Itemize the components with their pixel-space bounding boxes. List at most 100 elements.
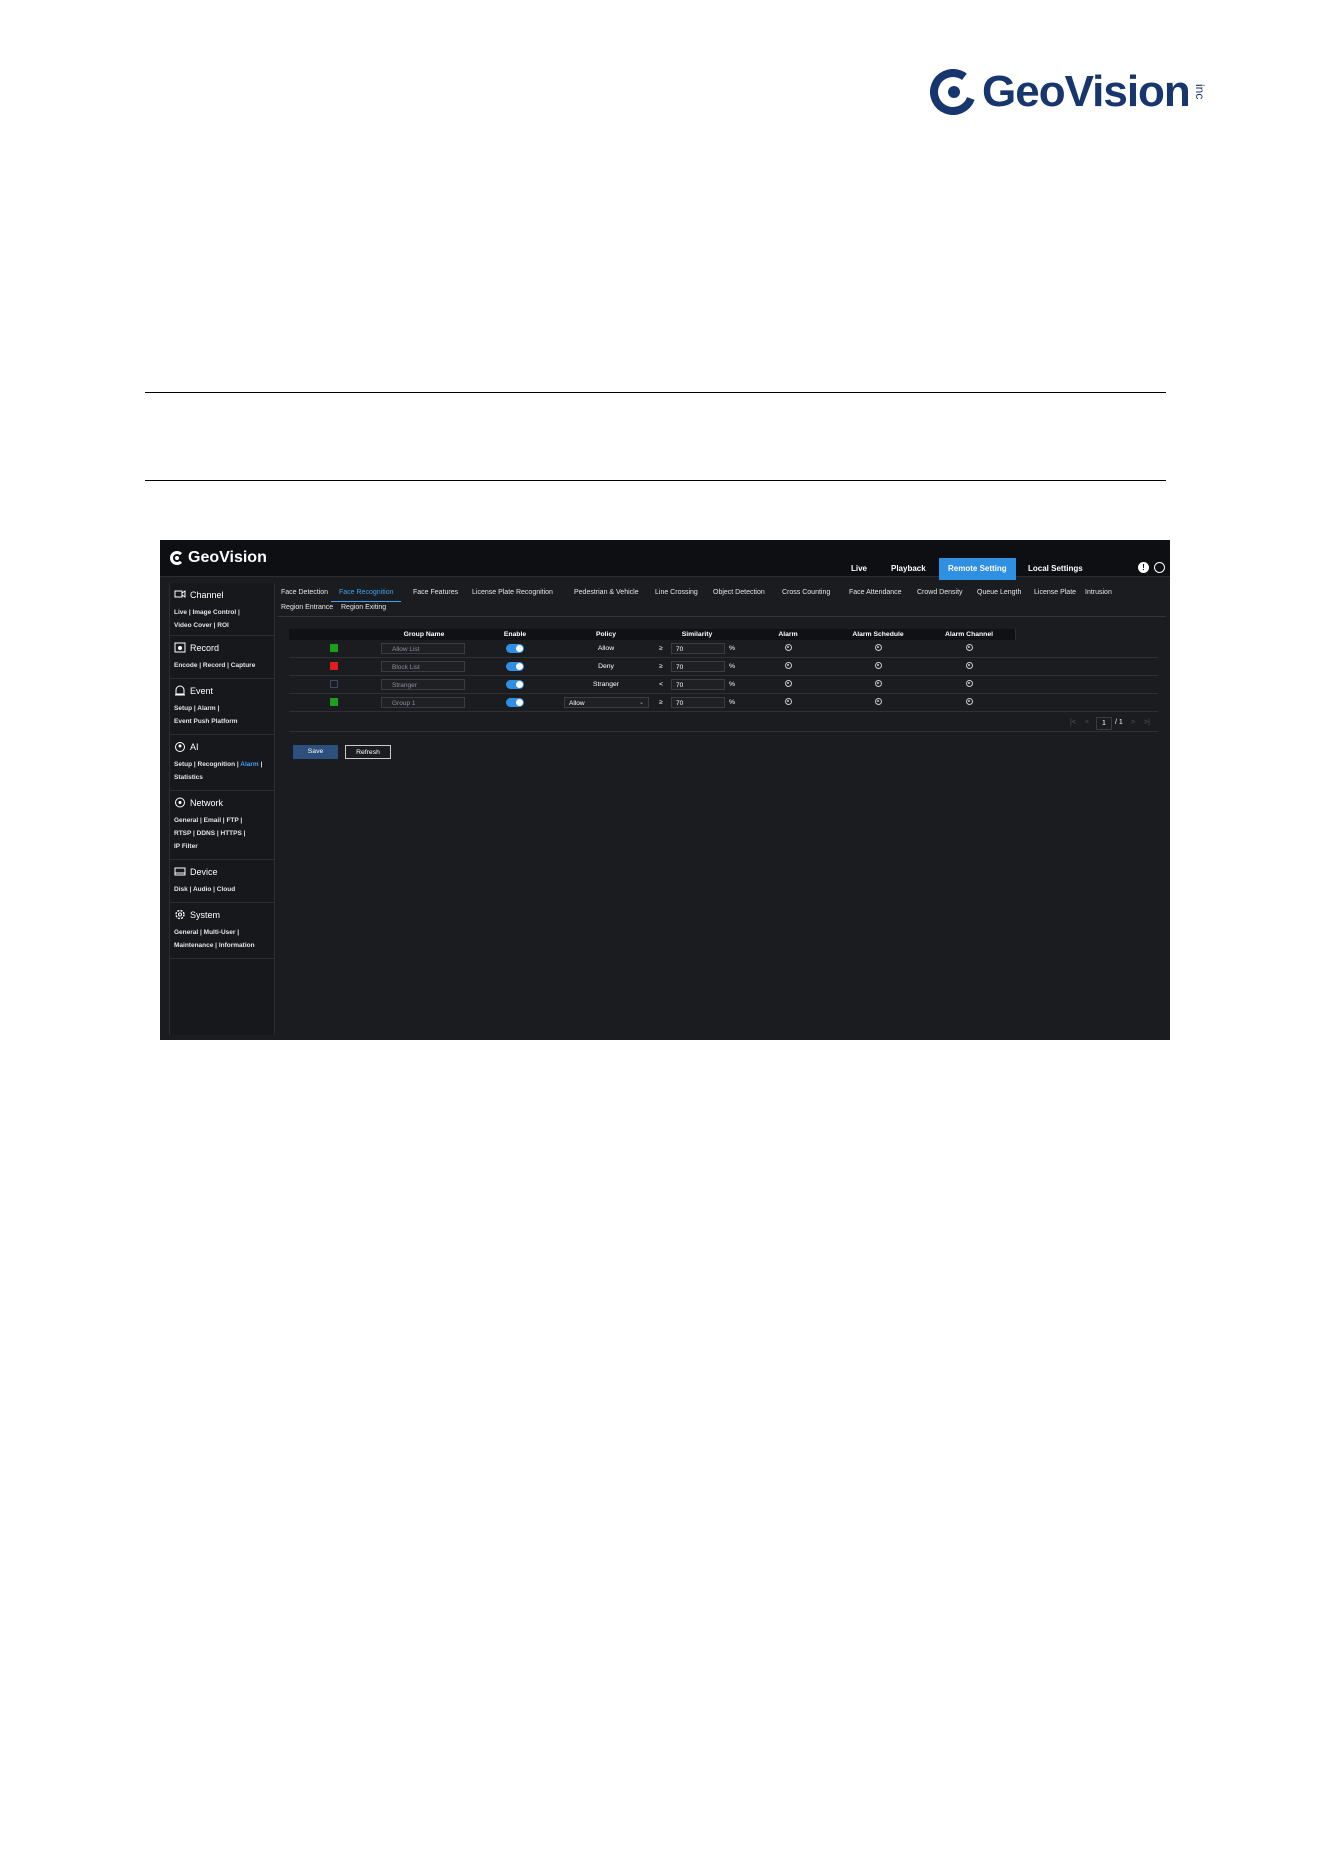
power-icon[interactable] [1154, 562, 1165, 573]
alarm-settings-icon[interactable] [785, 644, 792, 651]
tab-license-plate-recognition[interactable]: License Plate Recognition [472, 585, 553, 601]
enable-toggle[interactable] [506, 662, 524, 671]
sidebar-link-system-general[interactable]: General [174, 929, 198, 936]
tab-cross-counting[interactable]: Cross Counting [782, 585, 830, 601]
alarm-schedule-settings-icon[interactable] [875, 680, 882, 687]
sidebar-link-statistics[interactable]: Statistics [174, 774, 203, 781]
sidebar-link-information[interactable]: Information [219, 942, 255, 949]
group-name-field[interactable]: Stranger [381, 679, 465, 690]
policy-select[interactable]: Allow ⌄ [564, 697, 649, 708]
policy-value: Allow [597, 645, 615, 652]
header-rule-bottom [145, 480, 1166, 481]
refresh-button[interactable]: Refresh [345, 745, 391, 759]
nav-local-settings[interactable]: Local Settings [1019, 558, 1092, 580]
sidebar-title-system[interactable]: System [190, 910, 220, 920]
sidebar-group-ai: AI Setup | Recognition | Alarm | Statist… [170, 735, 274, 791]
group-name-field[interactable]: Group 1 [381, 697, 465, 708]
last-page-icon[interactable]: >| [1144, 719, 1150, 726]
sidebar-link-ftp[interactable]: FTP [226, 817, 238, 824]
sidebar-group-channel: Channel Live | Image Control | Video Cov… [170, 583, 274, 636]
sidebar-link-record[interactable]: Record [203, 662, 225, 669]
info-icon[interactable]: ! [1138, 562, 1149, 573]
tab-object-detection[interactable]: Object Detection [713, 585, 765, 601]
tab-face-detection[interactable]: Face Detection [281, 585, 328, 601]
sidebar-link-audio[interactable]: Audio [193, 886, 211, 893]
alarm-settings-icon[interactable] [785, 698, 792, 705]
save-button[interactable]: Save [293, 745, 338, 759]
tab-queue-length[interactable]: Queue Length [977, 585, 1021, 601]
tab-line-crossing[interactable]: Line Crossing [655, 585, 698, 601]
policy-value: Deny [598, 663, 614, 670]
first-page-icon[interactable]: |< [1070, 719, 1076, 726]
pager-divider [289, 731, 1158, 732]
sidebar-link-rtsp[interactable]: RTSP [174, 830, 191, 837]
sidebar-link-event-push-platform[interactable]: Event Push Platform [174, 718, 238, 725]
sidebar-title-ai[interactable]: AI [190, 742, 199, 752]
sidebar-link-general[interactable]: General [174, 817, 198, 824]
prev-page-icon[interactable]: < [1085, 719, 1089, 726]
tab-region-entrance[interactable]: Region Entrance [281, 600, 333, 616]
tab-face-attendance[interactable]: Face Attendance [849, 585, 902, 601]
alarm-channel-settings-icon[interactable] [966, 680, 973, 687]
sidebar-title-event[interactable]: Event [190, 686, 213, 696]
sidebar-group-device: Device Disk | Audio | Cloud [170, 860, 274, 903]
sidebar-group-network: Network General | Email | FTP | RTSP | D… [170, 791, 274, 860]
sidebar-title-network[interactable]: Network [190, 798, 223, 808]
sidebar-link-maintenance[interactable]: Maintenance [174, 942, 213, 949]
sidebar-link-encode[interactable]: Encode [174, 662, 197, 669]
sidebar-link-recognition[interactable]: Recognition [198, 761, 236, 768]
tab-region-exiting[interactable]: Region Exiting [341, 600, 386, 616]
sidebar-link-ai-alarm[interactable]: Alarm [240, 761, 258, 768]
enable-toggle[interactable] [506, 680, 524, 689]
sidebar-link-email[interactable]: Email [204, 817, 221, 824]
next-page-icon[interactable]: > [1131, 719, 1135, 726]
alarm-schedule-settings-icon[interactable] [875, 644, 882, 651]
sidebar-link-multi-user[interactable]: Multi-User [204, 929, 236, 936]
enable-toggle[interactable] [506, 644, 524, 653]
alarm-channel-settings-icon[interactable] [966, 698, 973, 705]
sidebar-link-ddns[interactable]: DDNS [197, 830, 215, 837]
similarity-operator: ≥ [659, 663, 663, 670]
nav-live[interactable]: Live [842, 558, 876, 580]
nav-remote-setting[interactable]: Remote Setting [939, 558, 1016, 580]
tab-pedestrian-vehicle[interactable]: Pedestrian & Vehicle [574, 585, 639, 601]
sidebar-link-ai-setup[interactable]: Setup [174, 761, 192, 768]
sidebar-group-system: System General | Multi-User | Maintenanc… [170, 903, 274, 959]
group-name-field[interactable]: Block List [381, 661, 465, 672]
similarity-unit: % [729, 645, 736, 652]
sidebar-link-ip-filter[interactable]: IP Filter [174, 843, 198, 850]
sidebar-link-video-cover[interactable]: Video Cover [174, 622, 212, 629]
sidebar-link-https[interactable]: HTTPS [221, 830, 242, 837]
sidebar-link-disk[interactable]: Disk [174, 886, 188, 893]
nav-playback[interactable]: Playback [882, 558, 935, 580]
similarity-input[interactable]: 70 [671, 661, 725, 672]
alarm-channel-settings-icon[interactable] [966, 644, 973, 651]
sidebar-link-roi[interactable]: ROI [217, 622, 229, 629]
sidebar-link-live[interactable]: Live [174, 609, 187, 616]
alarm-settings-icon[interactable] [785, 680, 792, 687]
sidebar-title-device[interactable]: Device [190, 867, 218, 877]
tab-license-plate[interactable]: License Plate [1034, 585, 1076, 601]
tab-face-features[interactable]: Face Features [413, 585, 458, 601]
alarm-schedule-settings-icon[interactable] [875, 662, 882, 669]
alarm-schedule-settings-icon[interactable] [875, 698, 882, 705]
sidebar-title-record[interactable]: Record [190, 643, 219, 653]
sidebar-group-record: Record Encode | Record | Capture [170, 636, 274, 679]
device-icon [174, 866, 186, 877]
tab-intrusion[interactable]: Intrusion [1085, 585, 1112, 601]
similarity-input[interactable]: 70 [671, 643, 725, 654]
sidebar-link-capture[interactable]: Capture [231, 662, 256, 669]
group-name-field[interactable]: Allow List [381, 643, 465, 654]
sidebar-link-image-control[interactable]: Image Control [192, 609, 236, 616]
alarm-settings-icon[interactable] [785, 662, 792, 669]
page-current[interactable]: 1 [1096, 717, 1112, 730]
tab-crowd-density[interactable]: Crowd Density [917, 585, 963, 601]
sidebar-title-channel[interactable]: Channel [190, 590, 224, 600]
similarity-input[interactable]: 70 [671, 679, 725, 690]
alarm-channel-settings-icon[interactable] [966, 662, 973, 669]
sidebar-link-alarm[interactable]: Alarm [197, 705, 215, 712]
sidebar-link-cloud[interactable]: Cloud [217, 886, 235, 893]
sidebar-link-setup[interactable]: Setup [174, 705, 192, 712]
similarity-input[interactable]: 70 [671, 697, 725, 708]
enable-toggle[interactable] [506, 698, 524, 707]
